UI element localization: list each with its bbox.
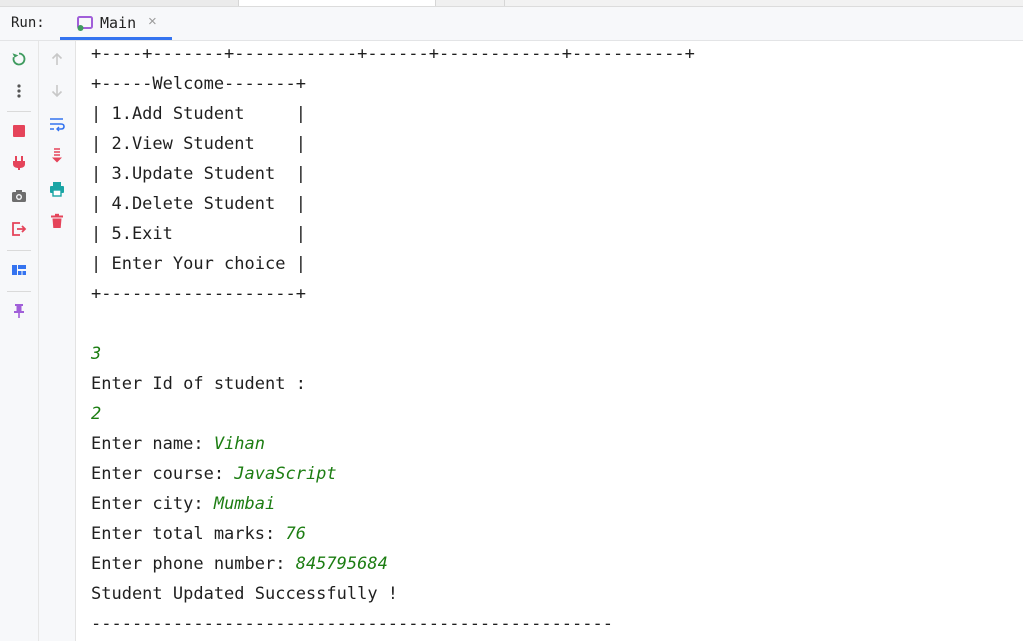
- console-prompt-text: Student Updated Successfully !: [91, 584, 399, 604]
- editor-tab-strip: [0, 0, 1023, 7]
- console-line: | Enter Your choice |: [91, 249, 306, 279]
- console-line: Enter course: JavaScript: [91, 459, 337, 489]
- tab-main[interactable]: Main ×: [60, 7, 172, 40]
- camera-icon[interactable]: [9, 186, 29, 206]
- close-tab-icon[interactable]: ×: [148, 13, 157, 30]
- arrow-up-icon[interactable]: [47, 49, 67, 69]
- console-prompt-text: Enter phone number:: [91, 554, 296, 574]
- tab-label: Main: [100, 14, 137, 32]
- run-panel-label: Run:: [11, 15, 45, 31]
- console-line: | 4.Delete Student |: [91, 189, 306, 219]
- console-line: Enter Id of student :: [91, 369, 306, 399]
- plug-icon[interactable]: [9, 153, 29, 173]
- run-panel-header: Run: Main ×: [0, 7, 1023, 41]
- console-line: Enter city: Mumbai: [91, 489, 275, 519]
- console-prompt-text: | 2.View Student |: [91, 134, 306, 154]
- console-line: | 3.Update Student |: [91, 159, 306, 189]
- console-prompt-text: Enter name:: [91, 434, 214, 454]
- console-prompt-text: Enter Id of student :: [91, 374, 306, 394]
- editor-tab-placeholder[interactable]: [436, 0, 505, 6]
- console-user-input: Vihan: [213, 434, 266, 454]
- console-line: +----+-------+------------+------+------…: [91, 41, 695, 69]
- run-config-icon: [77, 16, 93, 31]
- editor-tab-placeholder[interactable]: [0, 0, 239, 6]
- print-icon[interactable]: [47, 179, 67, 199]
- run-toolbar-primary: [0, 41, 39, 641]
- layout-icon[interactable]: [9, 260, 29, 280]
- console-user-input: 3: [91, 344, 102, 364]
- console-prompt-text: +----+-------+------------+------+------…: [91, 44, 695, 64]
- rerun-icon[interactable]: [9, 49, 29, 69]
- console-user-input: 845795684: [295, 554, 388, 574]
- console-prompt-text: | 5.Exit |: [91, 224, 306, 244]
- console-line: +-----Welcome-------+: [91, 69, 306, 99]
- console-line: Student Updated Successfully !: [91, 579, 398, 609]
- console-prompt-text: ----------------------------------------…: [91, 614, 613, 634]
- console-user-input: JavaScript: [234, 464, 337, 484]
- console-output[interactable]: +----+-------+------------+------+------…: [76, 41, 1023, 641]
- scroll-to-end-icon[interactable]: [47, 146, 67, 166]
- console-line: ----------------------------------------…: [91, 609, 613, 639]
- pin-icon[interactable]: [9, 301, 29, 321]
- console-line: | 2.View Student |: [91, 129, 306, 159]
- console-prompt-text: | 1.Add Student |: [91, 104, 306, 124]
- console-prompt-text: +-------------------+: [91, 284, 306, 304]
- console-line: Enter total marks: 76: [91, 519, 306, 549]
- console-line: +-------------------+: [91, 279, 306, 309]
- run-toolbar-secondary: [39, 41, 76, 641]
- console-prompt-text: +-----Welcome-------+: [91, 74, 306, 94]
- editor-tab-placeholder[interactable]: [239, 0, 436, 6]
- console-user-input: 2: [91, 404, 102, 424]
- console-line: 3: [91, 339, 101, 369]
- console-prompt-text: | 3.Update Student |: [91, 164, 306, 184]
- console-prompt-text: | Enter Your choice |: [91, 254, 306, 274]
- console-line: | 5.Exit |: [91, 219, 306, 249]
- console-line: Enter phone number: 845795684: [91, 549, 388, 579]
- stop-icon[interactable]: [9, 121, 29, 141]
- console-line: | 1.Add Student |: [91, 99, 306, 129]
- console-prompt-text: Enter city:: [91, 494, 214, 514]
- console-prompt-text: | 4.Delete Student |: [91, 194, 306, 214]
- arrow-down-icon[interactable]: [47, 81, 67, 101]
- console-user-input: 76: [285, 524, 306, 544]
- console-line: 2: [91, 399, 101, 429]
- soft-wrap-icon[interactable]: [47, 114, 67, 134]
- console-line: Enter name: Vihan: [91, 429, 265, 459]
- console-prompt-text: Enter total marks:: [91, 524, 286, 544]
- trash-icon[interactable]: [47, 211, 67, 231]
- console-user-input: Mumbai: [213, 494, 276, 514]
- exit-icon[interactable]: [9, 219, 29, 239]
- console-prompt-text: Enter course:: [91, 464, 235, 484]
- more-icon[interactable]: [9, 81, 29, 101]
